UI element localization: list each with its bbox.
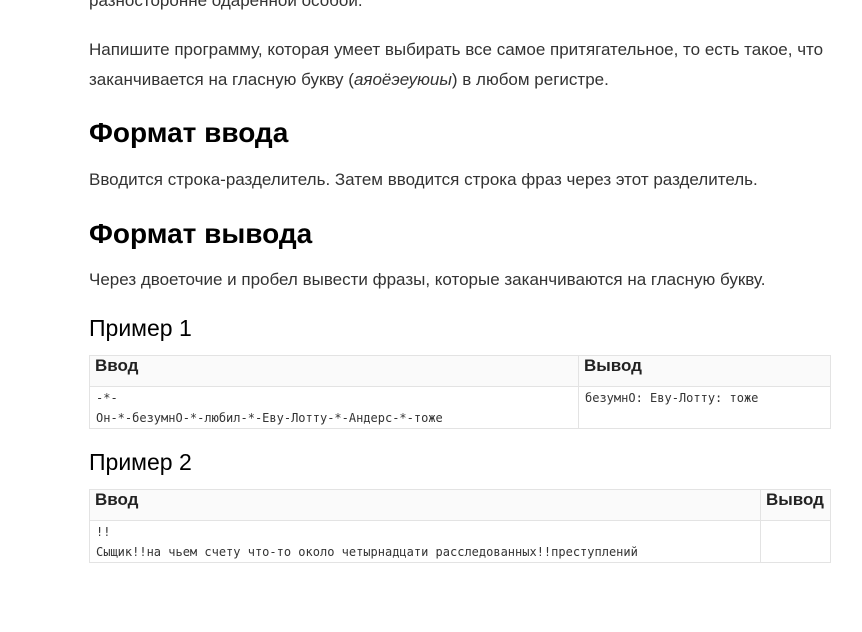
- output-column-header: Вывод: [760, 489, 831, 521]
- example-1-title: Пример 1: [89, 315, 192, 341]
- input-column-header: Ввод: [89, 489, 761, 521]
- table-row: !! Сыщик!!на чьем счету что-то около чет…: [89, 520, 831, 563]
- example-1-output[interactable]: безумнО: Еву-Лотту: тоже: [578, 386, 831, 429]
- input-line: Сыщик!!на чьем счету что-то около четырн…: [96, 545, 638, 559]
- input-format-text: Вводится строка-разделитель. Затем вводи…: [89, 170, 758, 189]
- output-format-text: Через двоеточие и пробел вывести фразы, …: [89, 270, 766, 289]
- input-format-heading: Формат ввода: [89, 117, 289, 148]
- cut-off-paragraph: разносторонне одарённой особой.: [89, 0, 363, 10]
- example-2-title: Пример 2: [89, 449, 192, 475]
- example-2-table: Ввод Вывод !! Сыщик!!на чьем счету что-т…: [89, 489, 831, 563]
- output-line: безумнО: Еву-Лотту: тоже: [585, 391, 759, 405]
- vowel-list: аяоёэеуюиы: [353, 70, 452, 89]
- input-line: -*-: [96, 391, 118, 405]
- example-2-input[interactable]: !! Сыщик!!на чьем счету что-то около чет…: [89, 520, 761, 563]
- output-column-header: Вывод: [578, 355, 831, 387]
- input-line: !!: [96, 525, 111, 539]
- example-1-input[interactable]: -*- Он-*-безумнО-*-любил-*-Еву-Лотту-*-А…: [89, 386, 579, 429]
- input-line: Он-*-безумнО-*-любил-*-Еву-Лотту-*-Андер…: [96, 411, 443, 425]
- table-header-row: Ввод Вывод: [89, 355, 831, 387]
- intro-text-after: ) в любом регистре.: [451, 70, 609, 89]
- intro-paragraph: Напишите программу, которая умеет выбира…: [89, 35, 834, 95]
- table-row: -*- Он-*-безумнО-*-любил-*-Еву-Лотту-*-А…: [89, 386, 831, 429]
- output-format-heading: Формат вывода: [89, 218, 313, 249]
- example-1-table: Ввод Вывод -*- Он-*-безумнО-*-любил-*-Ев…: [89, 355, 831, 429]
- example-2-output[interactable]: [760, 520, 831, 563]
- input-column-header: Ввод: [89, 355, 579, 387]
- table-header-row: Ввод Вывод: [89, 489, 831, 521]
